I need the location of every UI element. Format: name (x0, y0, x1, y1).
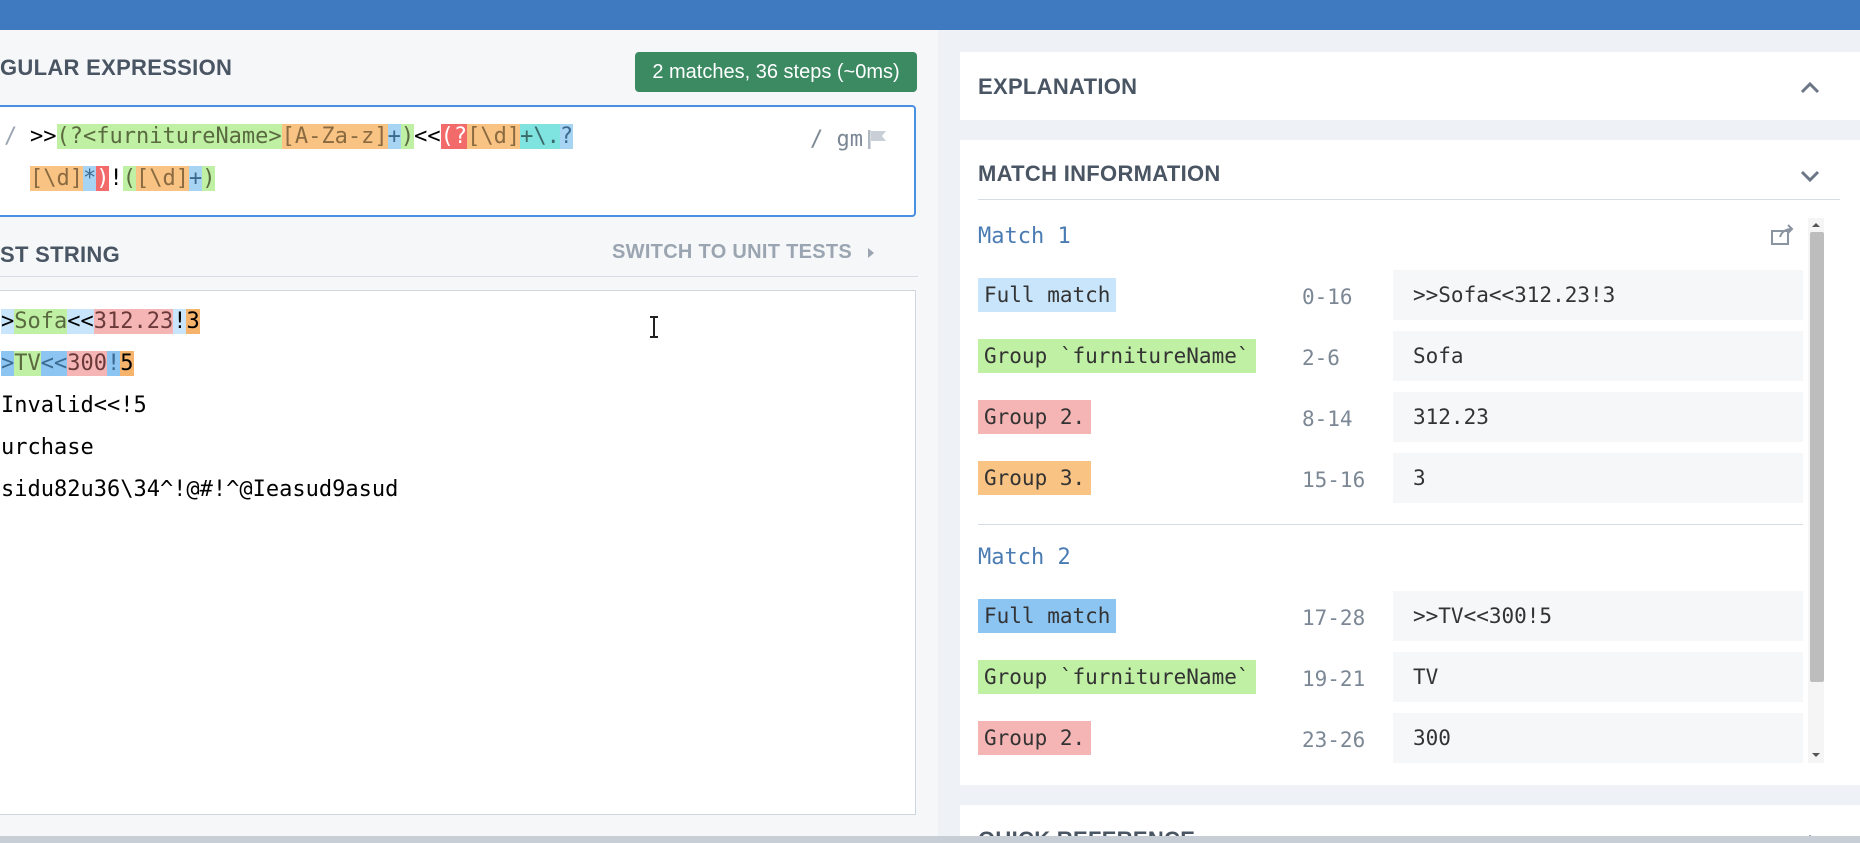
test-string-editor[interactable]: >Sofa<<312.23!3 >TV<<300!5 Invalid<<!5 urch… (0, 290, 916, 815)
regex-input[interactable]: / >>(?<furnitureName>[A-Za-z]+)<<(?[\d]+… (0, 105, 916, 217)
chevron-up-icon[interactable] (1798, 76, 1822, 100)
chevron-right-icon (867, 247, 874, 258)
match-1-title: Match 1 (978, 224, 1071, 249)
regex-token: << (414, 124, 441, 149)
test-string-token: 312.23 (93, 309, 174, 334)
regex-flags[interactable]: / gm (810, 127, 863, 152)
test-string-token: sidu82u36\34^!@#!^@Ieasud9asud (1, 477, 399, 502)
test-string-token: ! (173, 309, 187, 334)
match-information-card: MATCH INFORMATION Match 1 Full match 0-1… (960, 140, 1860, 785)
test-string-token: > (1, 309, 15, 334)
regex-line-2[interactable]: [\d]*)!([\d]+) (30, 166, 216, 191)
match-1-group-2-value: 312.23 (1393, 392, 1803, 442)
explanation-title: EXPLANATION (978, 74, 1138, 99)
match-2-group-furniturename-value: TV (1393, 652, 1803, 702)
match-1-group-3-range: 15-16 (1302, 468, 1366, 492)
match-1-full-match-value: >>Sofa<<312.23!3 (1393, 270, 1803, 320)
test-string-line: Invalid<<!5 (1, 393, 147, 418)
regex-token: ? (559, 124, 574, 149)
bottom-edge (0, 836, 1860, 843)
regex-line-1[interactable]: >>(?<furnitureName>[A-Za-z]+)<<(?[\d]+\.… (30, 124, 574, 149)
match-1-group-furniturename-range: 2-6 (1302, 346, 1340, 370)
regex-token: ) (202, 166, 216, 191)
test-string-section-title: ST STRING (0, 242, 121, 267)
regex-token: \. (533, 124, 560, 149)
test-string-token: Invalid<<!5 (1, 393, 147, 418)
match-2-full-match-label: Full match (978, 599, 1117, 633)
regex-token: + (188, 166, 203, 191)
match-1-group-3-value: 3 (1393, 453, 1803, 503)
match-2-full-match-value: >>TV<<300!5 (1393, 591, 1803, 641)
match-1-group-furniturename-label: Group `furnitureName` (978, 339, 1256, 373)
regex-token: (? (440, 124, 468, 149)
test-string-token: > (1, 351, 15, 376)
match-count-badge: 2 matches, 36 steps (~0ms) (635, 52, 917, 92)
regex-token: [\d] (467, 124, 521, 149)
match-divider (978, 524, 1803, 525)
match-2-group-2-range: 23-26 (1302, 728, 1366, 752)
match-2-full-match-range: 17-28 (1302, 606, 1366, 630)
match-1-group-2-label: Group 2. (978, 400, 1092, 434)
flag-icon[interactable] (866, 128, 890, 150)
test-string-token: 5 (120, 351, 134, 376)
regex-token: + (520, 124, 534, 149)
test-string-line: >TV<<300!5 (1, 351, 134, 376)
regex-token: [A-Za-z] (281, 124, 388, 149)
header-divider (978, 199, 1840, 200)
regex-token: [\d] (135, 166, 189, 191)
regex-token: (?<furnitureName> (56, 124, 282, 149)
test-string-token: Sofa (14, 309, 68, 334)
explanation-card[interactable]: EXPLANATION (960, 52, 1860, 120)
scroll-up-icon[interactable] (1808, 220, 1824, 230)
test-string-line: >Sofa<<312.23!3 (1, 309, 200, 334)
section-divider (0, 276, 918, 277)
regex-token: + (387, 124, 401, 149)
match-1-full-match-label: Full match (978, 278, 1117, 312)
switch-label: SWITCH TO UNIT TESTS (612, 241, 853, 263)
share-icon[interactable] (1770, 224, 1796, 246)
match-1-group-2-range: 8-14 (1302, 407, 1353, 431)
test-string-token: ! (107, 351, 121, 376)
match-2-group-2-label: Group 2. (978, 721, 1092, 755)
test-string-token: << (40, 351, 68, 376)
regex-token: ( (122, 166, 136, 191)
regex-open-delimiter: / (4, 124, 18, 149)
match-information-title: MATCH INFORMATION (978, 161, 1221, 186)
regex-token: [\d] (30, 166, 83, 191)
test-string-token: 3 (186, 309, 200, 334)
regex-section-title: GULAR EXPRESSION (0, 55, 233, 80)
test-string-line: sidu82u36\34^!@#!^@Ieasud9asud (1, 477, 398, 502)
top-bar (0, 0, 1860, 30)
match-1-group-3-label: Group 3. (978, 461, 1092, 495)
match-2-title: Match 2 (978, 545, 1071, 570)
test-string-line: urchase (1, 435, 94, 460)
match-1-full-match-range: 0-16 (1302, 285, 1353, 309)
test-string-token: TV (14, 351, 41, 376)
chevron-down-icon[interactable] (1798, 164, 1822, 188)
switch-to-unit-tests-button[interactable]: SWITCH TO UNIT TESTS (612, 241, 876, 264)
match-2-group-furniturename-range: 19-21 (1302, 667, 1366, 691)
regex-token: ) (96, 166, 110, 191)
scroll-down-icon[interactable] (1808, 750, 1824, 760)
match-2-group-furniturename-label: Group `furnitureName` (978, 660, 1256, 694)
test-string-token: urchase (1, 435, 94, 460)
regex-token: ! (109, 166, 123, 191)
test-string-token: << (67, 309, 94, 334)
scroll-thumb[interactable] (1810, 232, 1824, 682)
regex-token: ) (400, 124, 415, 149)
regex-token: >> (30, 124, 57, 149)
test-string-token: 300 (67, 351, 107, 376)
match-info-scrollbar[interactable] (1808, 218, 1824, 763)
match-1-group-furniturename-value: Sofa (1393, 331, 1803, 381)
text-cursor-icon (650, 316, 658, 338)
match-2-group-2-value: 300 (1393, 713, 1803, 763)
regex-token: * (82, 166, 97, 191)
